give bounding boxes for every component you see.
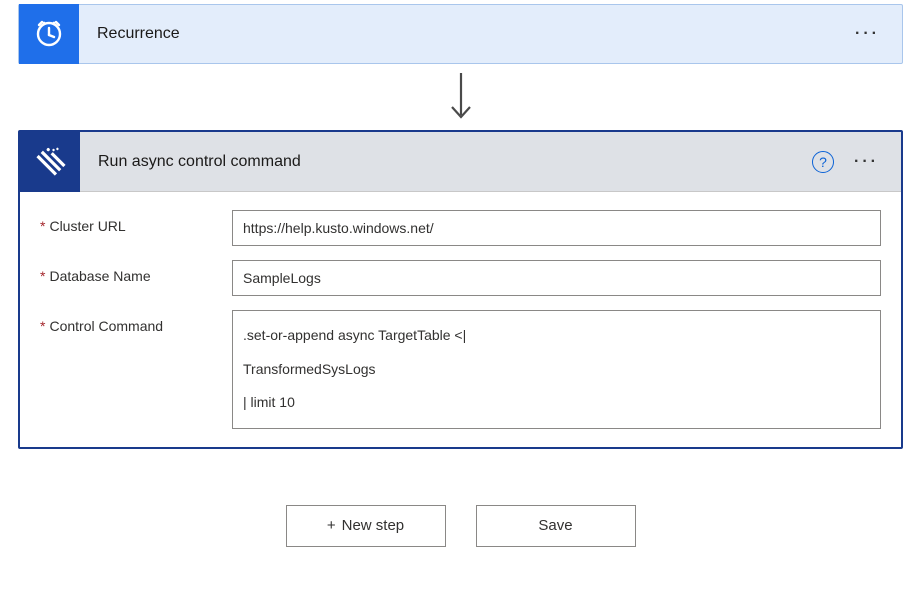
recurrence-icon-box — [19, 4, 79, 64]
arrow-down-icon — [445, 69, 477, 125]
ellipsis-icon: ··· — [854, 153, 879, 170]
new-step-button[interactable]: + New step — [286, 505, 446, 547]
required-indicator: * — [40, 268, 45, 284]
run-command-card: Run async control command ? ··· *Cluster… — [18, 130, 903, 449]
help-button[interactable]: ? — [812, 151, 834, 173]
run-command-icon-box — [20, 132, 80, 192]
clock-icon — [33, 18, 65, 50]
run-command-header[interactable]: Run async control command ? ··· — [20, 132, 901, 192]
streak-icon — [33, 145, 67, 179]
recurrence-menu-button[interactable]: ··· — [833, 25, 902, 43]
run-command-menu-button[interactable]: ··· — [854, 153, 901, 171]
database-name-label: *Database Name — [40, 260, 232, 296]
cluster-url-input[interactable] — [232, 210, 881, 246]
required-indicator: * — [40, 218, 45, 234]
cluster-url-row: *Cluster URL — [40, 210, 881, 246]
run-command-title: Run async control command — [80, 153, 812, 171]
cluster-url-label: *Cluster URL — [40, 210, 232, 246]
control-command-input[interactable]: .set-or-append async TargetTable <| Tran… — [232, 310, 881, 429]
recurrence-card[interactable]: Recurrence ··· — [18, 4, 903, 64]
database-name-row: *Database Name — [40, 260, 881, 296]
connector-arrow — [18, 64, 903, 130]
help-icon: ? — [819, 154, 827, 170]
save-button[interactable]: Save — [476, 505, 636, 547]
ellipsis-icon: ··· — [855, 25, 880, 42]
control-command-label: *Control Command — [40, 310, 232, 429]
run-command-body: *Cluster URL *Database Name *Control Com… — [20, 192, 901, 447]
database-name-input[interactable] — [232, 260, 881, 296]
recurrence-title: Recurrence — [79, 25, 833, 43]
footer-buttons: + New step Save — [18, 505, 903, 547]
control-command-row: *Control Command .set-or-append async Ta… — [40, 310, 881, 429]
new-step-label: New step — [342, 517, 405, 534]
plus-icon: + — [327, 517, 336, 534]
save-button-label: Save — [538, 517, 572, 534]
required-indicator: * — [40, 318, 45, 334]
